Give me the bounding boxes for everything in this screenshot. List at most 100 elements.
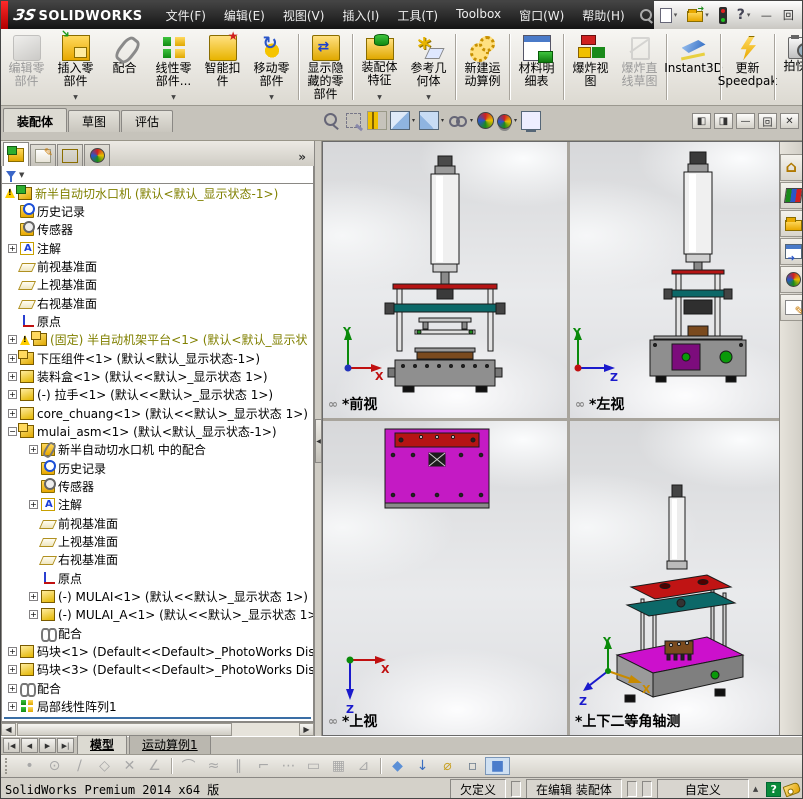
cmd-assembly-features-button[interactable]: 装配体特征 ▼ (355, 31, 404, 103)
corner-rectangle-icon[interactable]: ⌐ (251, 758, 276, 774)
dropdown-caret-icon[interactable]: ▾ (705, 11, 709, 19)
units-caret-icon[interactable]: ▲ (753, 785, 758, 793)
close-button[interactable]: ✕ (799, 7, 802, 23)
doc-tab-model[interactable]: 模型 (77, 735, 128, 754)
expand-icon[interactable]: + (29, 500, 38, 510)
dropdown-caret-icon[interactable]: ▾ (470, 117, 473, 124)
dropdown-caret-icon[interactable]: ▼ (377, 94, 382, 101)
edit-appearance-icon[interactable] (477, 112, 495, 129)
pane-left-icon[interactable]: ◧ (692, 113, 711, 129)
tree-item[interactable]: + core_chuang<1> (默认<<默认>_显示状态 1>) (2, 404, 313, 422)
tree-item[interactable]: 传感器 (2, 221, 313, 239)
design-library-tab[interactable] (780, 182, 802, 209)
menu-item-window[interactable]: 窗口(W) (510, 2, 573, 29)
arc-icon[interactable]: ⌒ (176, 756, 201, 776)
tree-item[interactable]: + (-) 拉手<1> (默认<<默认>_显示状态 1>) (2, 386, 313, 404)
tree-filter-bar[interactable]: ▼ (1, 166, 314, 184)
viewport-top[interactable]: X Z ∞ *上视 (323, 421, 567, 735)
spline-icon[interactable]: ≈ (201, 758, 226, 774)
pin-menu-icon[interactable] (638, 7, 654, 23)
tree-item[interactable]: + 注解 (2, 239, 313, 257)
isometric-view-icon[interactable]: ◆ (385, 758, 410, 774)
expand-icon[interactable]: + (29, 610, 38, 620)
scroll-left-icon[interactable]: ◀ (1, 723, 16, 736)
view-palette-tab[interactable] (780, 238, 802, 265)
apply-scene-icon[interactable] (497, 114, 513, 129)
doc-close-icon[interactable]: ✕ (780, 113, 799, 129)
cmd-smart-fasteners-button[interactable]: 智能扣件 (198, 29, 247, 103)
tree-item[interactable]: 历史记录 (2, 202, 313, 220)
dropdown-caret-icon[interactable]: ▼ (269, 94, 274, 101)
tag-icon[interactable] (782, 781, 802, 797)
centerline-icon[interactable]: ⋯ (276, 758, 301, 774)
menu-item-help[interactable]: 帮助(H) (573, 2, 633, 29)
cmd-linear-component-pattern-button[interactable]: 线性零部件... ▼ (149, 31, 198, 103)
tree-item[interactable]: + (-) MULAI_A<1> (默认<<默认>_显示状态 1>) (2, 606, 313, 624)
expand-icon[interactable]: + (8, 701, 17, 711)
tree-item[interactable]: 历史记录 (2, 459, 313, 477)
tree-item[interactable]: 右视基准面 (2, 551, 313, 569)
rollback-bar[interactable] (4, 716, 311, 719)
new-document-button[interactable]: ▾ (658, 6, 680, 25)
panel-overflow-chevron[interactable]: » (292, 150, 312, 166)
toolbar-drag-handle[interactable] (5, 758, 9, 774)
maximize-button[interactable]: 回 (777, 7, 799, 23)
view-settings-icon[interactable] (521, 111, 542, 132)
tree-item[interactable]: 前视基准面 (2, 257, 313, 275)
offset-entities-icon[interactable]: ∥ (226, 758, 251, 774)
open-button[interactable]: ▾ (685, 4, 711, 24)
tree-item[interactable]: + 注解 (2, 496, 313, 514)
expand-icon[interactable]: + (8, 335, 17, 345)
dropdown-caret-icon[interactable]: ▾ (412, 117, 415, 124)
dropdown-caret-icon[interactable]: ▼ (426, 94, 431, 101)
doc-restore-icon[interactable]: 回 (758, 113, 777, 129)
grid-icon[interactable]: ▦ (326, 758, 351, 774)
collapse-icon[interactable]: − (8, 426, 17, 436)
selection-filter-icon[interactable]: ▫ (460, 758, 485, 774)
tree-item[interactable]: + 码块<3> (Default<<Default>_PhotoWorks Dis… (2, 661, 313, 679)
pane-right-icon[interactable]: ◨ (714, 113, 733, 129)
expand-icon[interactable]: + (8, 243, 17, 253)
cmd-instant3d-button[interactable]: Instant3D (664, 31, 723, 103)
doc-minimize-icon[interactable]: — (736, 113, 755, 129)
dropdown-caret-icon[interactable]: ▾ (674, 11, 678, 19)
prev-tab-icon[interactable]: ◀ (21, 738, 38, 753)
section-view-icon[interactable] (367, 111, 387, 130)
cmd-move-component-button[interactable]: 移动零部件 ▼ (247, 31, 296, 103)
dropdown-caret-icon[interactable]: ▼ (73, 94, 78, 101)
doc-tab-motion-study-1[interactable]: 运动算例1 (129, 735, 211, 754)
tree-item[interactable]: + 码块<1> (Default<<Default>_PhotoWorks Dis… (2, 642, 313, 660)
extruded-boss-icon[interactable]: ↓ (410, 758, 435, 774)
displaymanager-tab[interactable] (84, 144, 110, 166)
zoom-fit-icon[interactable] (321, 111, 341, 130)
menu-item-view[interactable]: 视图(V) (274, 2, 334, 29)
tree-item[interactable]: 右视基准面 (2, 294, 313, 312)
next-tab-icon[interactable]: ▶ (39, 738, 56, 753)
tab-sketch[interactable]: 草图 (68, 110, 121, 132)
tree-item[interactable]: 前视基准面 (2, 514, 313, 532)
dropdown-caret-icon[interactable]: ▾ (747, 11, 751, 19)
viewport-left[interactable]: Y Z ∞ *左视 (570, 142, 779, 418)
expand-icon[interactable]: + (8, 390, 17, 400)
menu-item-tools[interactable]: 工具(T) (388, 2, 447, 29)
straight-slot-icon[interactable]: ▭ (301, 758, 326, 774)
menu-item-file[interactable]: 文件(F) (157, 2, 215, 29)
shaded-with-edges-icon[interactable]: ■ (485, 757, 510, 775)
view-orientation-icon[interactable] (390, 111, 410, 130)
file-explorer-tab[interactable] (780, 210, 802, 237)
splitter-collapse-handle[interactable]: ◀ (315, 419, 322, 463)
scrollbar-track[interactable] (233, 723, 299, 736)
tree-item[interactable]: 传感器 (2, 477, 313, 495)
cmd-show-hidden-components-button[interactable]: 显示隐藏的零部件 (301, 31, 350, 103)
measure-icon[interactable]: ⌀ (435, 758, 460, 774)
tree-item[interactable]: 上视基准面 (2, 532, 313, 550)
panel-splitter[interactable]: ◀ (315, 141, 322, 736)
dropdown-caret-icon[interactable]: ▼ (171, 94, 176, 101)
dropdown-caret-icon[interactable]: ▾ (441, 117, 444, 124)
cmd-mate-button[interactable]: 配合 (100, 31, 149, 103)
cmd-insert-component-button[interactable]: 插入零部件 ▼ (51, 31, 100, 103)
featuremanager-tab[interactable] (3, 142, 29, 166)
sketch-point-icon[interactable]: • (17, 758, 42, 774)
tree-item[interactable]: + 配合 (2, 679, 313, 697)
expand-icon[interactable]: + (8, 353, 17, 363)
